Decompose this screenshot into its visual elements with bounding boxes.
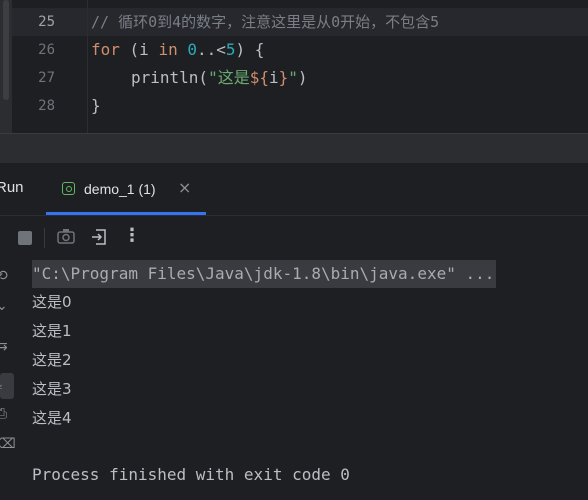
line-number: 26 [38,42,55,58]
keyword-in: in [158,40,178,59]
toolbar-separator [44,228,45,248]
number-literal: 5 [225,40,236,59]
camera-icon[interactable] [57,228,75,248]
process-finished-line: Process finished with exit code 0 [32,465,350,484]
side-icon[interactable]: ⌫ [0,436,16,452]
console-output-line: 这是4 [32,409,72,427]
run-config-icon [62,182,75,195]
string-literal: "这是 [208,68,250,87]
code-comment: // 循环0到4的数字，注意这里是从0开始，不包含5 [91,13,440,31]
code-token: ) { [235,40,265,59]
scrollbar-thumb[interactable] [3,0,9,100]
console-side-strip: ⟲ ⌄ ⇆ ⤓ ⎙ ⌫ [0,258,16,500]
command-line[interactable]: "C:\Program Files\Java\jdk-1.8\bin\java.… [32,260,497,288]
number-literal: 0 [187,40,197,59]
tab-label: demo_1 (1) [84,181,156,197]
tool-window-title: Run [0,179,24,196]
closing-brace: } [91,96,101,115]
keyword-for: for [91,40,120,59]
code-editor[interactable]: 25 26 27 28 // 循环0到4的数字，注意这里是从0开始，不包含5 f… [0,0,588,133]
console-output-line: 这是3 [32,380,72,398]
line-number-gutter: 25 26 27 28 [12,0,88,133]
console-output-line: 这是2 [32,351,72,369]
range-operator: ..< [196,40,226,59]
stop-icon[interactable] [18,231,32,245]
close-icon[interactable]: × [178,178,191,197]
code-token: (i [119,40,159,59]
code-line-26[interactable]: for (i in 0..<5) { [91,36,264,64]
more-icon[interactable]: ⋮ [123,225,141,246]
template-close: } [278,68,289,87]
template-open: ${ [249,68,269,87]
editor-left-strip [0,0,12,133]
code-line-28[interactable]: } [91,92,101,120]
tool-window-header: Run demo_1 (1) × [0,163,588,215]
side-icon[interactable]: ⟲ [0,268,8,284]
template-variable: i [268,68,279,87]
line-number: 28 [38,98,55,114]
function-call: println( [131,68,209,87]
side-icon[interactable]: ⎙ [0,406,7,422]
console-output[interactable]: "C:\Program Files\Java\jdk-1.8\bin\java.… [32,258,588,500]
code-line-25[interactable]: // 循环0到4的数字，注意这里是从0开始，不包含5 [91,8,439,36]
panel-splitter[interactable] [0,133,588,163]
line-number: 25 [38,14,55,30]
exit-icon[interactable] [90,228,108,250]
run-tool-window: Run demo_1 (1) × ⋮ ⟲ ⌄ ⇆ ⤓ ⎙ ⌫ "C:\Progr… [0,163,588,500]
string-literal: " [288,68,298,87]
console-output-line: 这是0 [32,293,72,311]
code-line-27[interactable]: println("这是${i}") [131,64,308,92]
side-icon[interactable]: ⌄ [0,298,8,314]
code-token: ) [297,68,308,87]
side-icon[interactable]: ⤓ [0,376,2,392]
console-toolbar: ⋮ [0,216,588,258]
console-output-line: 这是1 [32,322,72,340]
line-number: 27 [38,70,55,86]
tab-demo-1[interactable]: demo_1 (1) × [46,163,206,215]
side-icon[interactable]: ⇆ [0,338,8,354]
